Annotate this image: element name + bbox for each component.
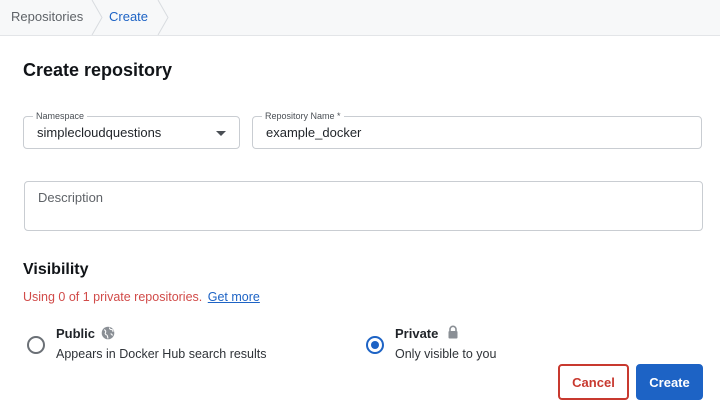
repository-name-label: Repository Name * [262, 110, 344, 122]
private-radio[interactable] [366, 336, 384, 354]
description-input[interactable] [38, 190, 678, 205]
private-option-description: Only visible to you [395, 347, 497, 361]
visibility-heading: Visibility [23, 261, 89, 278]
cancel-button[interactable]: Cancel [558, 364, 629, 400]
lock-icon [446, 325, 460, 339]
private-option-title: Private [395, 326, 439, 341]
public-radio[interactable] [27, 336, 45, 354]
repository-name-field[interactable]: Repository Name * example_docker [252, 110, 702, 149]
private-usage-text: Using 0 of 1 private repositories. [23, 290, 203, 304]
breadcrumb: Repositories Create [0, 0, 720, 36]
namespace-select[interactable]: Namespace simplecloudquestions [23, 110, 240, 149]
get-more-link[interactable]: Get more [208, 290, 260, 304]
breadcrumb-separator-icon [157, 0, 169, 35]
create-button[interactable]: Create [636, 364, 703, 400]
breadcrumb-item-create[interactable]: Create [109, 0, 148, 35]
repository-name-value: example_docker [266, 125, 362, 140]
private-usage-notice: Using 0 of 1 private repositories. Get m… [23, 290, 260, 304]
public-option-description: Appears in Docker Hub search results [56, 347, 267, 361]
namespace-label: Namespace [33, 110, 88, 122]
description-field[interactable] [24, 181, 703, 231]
public-option-title: Public [56, 326, 96, 341]
globe-icon [101, 326, 115, 340]
breadcrumb-item-repositories[interactable]: Repositories [11, 0, 83, 35]
breadcrumb-separator-icon [91, 0, 103, 35]
dropdown-caret-icon [216, 131, 226, 136]
page-title: Create repository [23, 60, 173, 80]
namespace-value: simplecloudquestions [37, 125, 162, 140]
